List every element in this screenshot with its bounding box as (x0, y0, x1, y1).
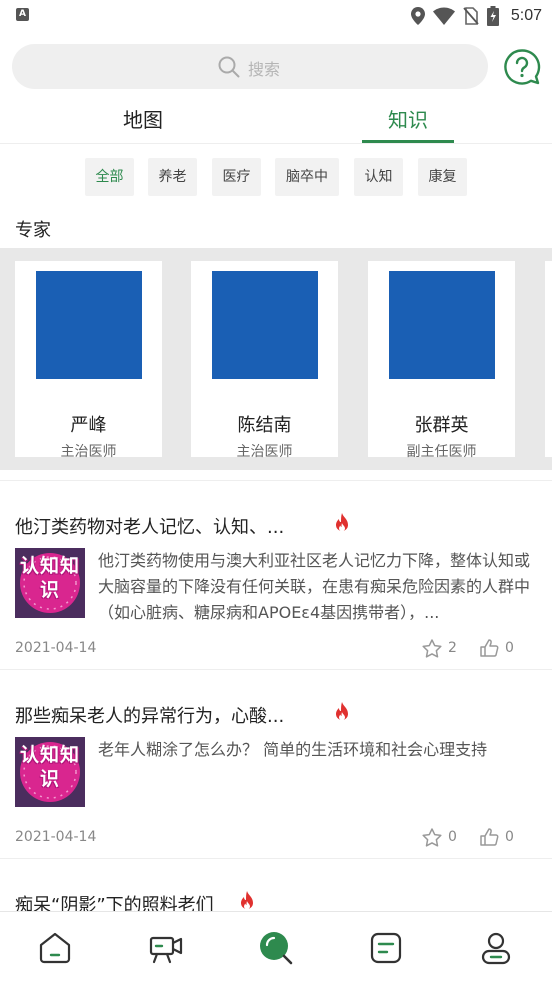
main-tabs: 地图 知识 (0, 104, 552, 144)
search-icon (218, 56, 240, 78)
status-bar: A 5:07 (0, 0, 552, 32)
article-date: 2021-04-14 (15, 829, 97, 845)
no-sim-icon (463, 7, 479, 25)
like-button[interactable]: 0 (480, 827, 514, 847)
article-item[interactable]: 他汀类药物对老人记忆、认知、... 认知知识 他汀类药物使用与澳大利亚社区老人记… (0, 480, 552, 670)
bottom-navigation (0, 911, 552, 983)
article-summary: 他汀类药物使用与澳大利亚社区老人记忆力下降，整体认知或大脑容量的下降没有任何关联… (98, 551, 531, 622)
active-tab-indicator (362, 140, 454, 143)
article-item[interactable]: 痴呆“阴影”下的照料老们 (0, 858, 552, 911)
article-title: 痴呆“阴影”下的照料老们 (15, 895, 214, 911)
favorite-count: 2 (448, 640, 457, 656)
expert-photo (212, 271, 318, 379)
expert-name: 严峰 (70, 415, 107, 436)
filter-medical[interactable]: 医疗 (212, 158, 261, 196)
status-time: 5:07 (510, 7, 542, 24)
notes-icon[interactable] (368, 930, 404, 966)
question-circle-icon[interactable] (503, 48, 541, 86)
tab-map[interactable]: 地图 (88, 104, 198, 142)
hot-fire-icon (336, 702, 348, 721)
hot-fire-icon (241, 891, 253, 910)
hot-fire-icon (336, 513, 348, 532)
filter-stroke[interactable]: 脑卒中 (275, 158, 339, 196)
like-count: 0 (505, 640, 514, 656)
article-summary: 老年人糊涂了怎么办？ 简单的生活环境和社会心理支持 (98, 740, 488, 759)
favorite-button[interactable]: 2 (422, 638, 457, 658)
experts-carousel[interactable]: 严峰 主治医师 陈结南 主治医师 张群英 副主任医师 (0, 248, 552, 470)
location-icon (410, 7, 425, 25)
wifi-icon (432, 7, 455, 25)
expert-title: 副主任医师 (406, 444, 477, 460)
expert-card-partial[interactable] (545, 261, 552, 457)
expert-card[interactable]: 严峰 主治医师 (15, 261, 162, 460)
article-thumbnail: 认知知识 (15, 548, 85, 618)
article-item[interactable]: 那些痴呆老人的异常行为，心酸... 认知知识 老年人糊涂了怎么办？ 简单的生活环… (0, 669, 552, 859)
category-filters: 全部 养老 医疗 脑卒中 认知 康复 (0, 158, 552, 198)
star-icon (422, 638, 442, 658)
search-row: 搜索 (0, 42, 552, 92)
favorite-count: 0 (448, 829, 457, 845)
expert-title: 主治医师 (60, 444, 117, 460)
article-thumbnail: 认知知识 (15, 737, 85, 807)
article-title: 那些痴呆老人的异常行为，心酸... (15, 706, 285, 727)
filter-all[interactable]: 全部 (85, 158, 134, 196)
expert-card[interactable]: 张群英 副主任医师 (368, 261, 515, 460)
battery-icon (486, 6, 499, 26)
like-count: 0 (505, 829, 514, 845)
favorite-button[interactable]: 0 (422, 827, 457, 847)
article-title: 他汀类药物对老人记忆、认知、... (15, 517, 285, 538)
filter-elderly-care[interactable]: 养老 (148, 158, 197, 196)
thumbs-up-icon (480, 828, 499, 846)
article-date: 2021-04-14 (15, 640, 97, 656)
thumbnail-text: 认知知识 (19, 555, 80, 601)
expert-photo (389, 271, 495, 379)
expert-title: 主治医师 (236, 444, 293, 460)
status-icons: 5:07 (410, 5, 542, 27)
expert-card[interactable]: 陈结南 主治医师 (191, 261, 338, 460)
app-notification-icon: A (16, 8, 29, 21)
search-placeholder: 搜索 (248, 60, 281, 79)
thumbs-up-icon (480, 639, 499, 657)
like-button[interactable]: 0 (480, 638, 514, 658)
star-icon (422, 827, 442, 847)
thumbnail-text: 认知知识 (19, 744, 80, 790)
experts-section-title: 专家 (15, 220, 51, 241)
user-icon[interactable] (478, 930, 514, 966)
filter-rehab[interactable]: 康复 (418, 158, 467, 196)
expert-name: 陈结南 (237, 415, 292, 436)
video-camera-icon[interactable] (148, 930, 184, 966)
expert-name: 张群英 (414, 415, 469, 436)
tab-knowledge[interactable]: 知识 (362, 104, 454, 142)
filter-cognition[interactable]: 认知 (354, 158, 403, 196)
expert-photo (36, 271, 142, 379)
home-icon[interactable] (37, 930, 73, 966)
search-input[interactable]: 搜索 (12, 44, 488, 89)
discover-search-icon[interactable] (258, 930, 294, 966)
